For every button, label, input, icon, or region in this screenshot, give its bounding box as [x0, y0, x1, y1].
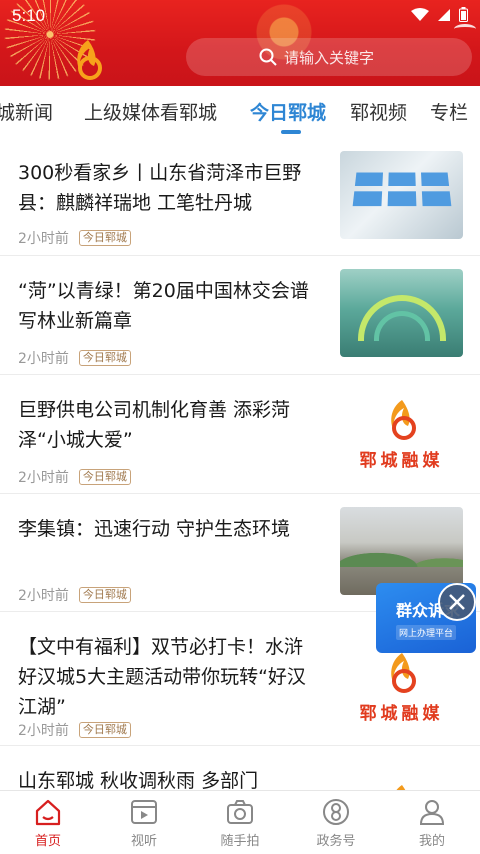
nav-label: 我的 — [418, 834, 445, 849]
close-ad-button[interactable] — [438, 583, 476, 621]
channel-tabs: 城新闻 上级媒体看郓城 今日郓城 郓视频 专栏 — [0, 86, 480, 138]
nav-snapshot[interactable]: 随手拍 — [192, 791, 288, 854]
news-title: “菏”以青绿！第20届中国林交会谱写林业新篇章 — [18, 280, 309, 332]
news-title: 巨野供电公司机制化育善 添彩菏泽“小城大爱” — [18, 399, 291, 451]
logo-text: 郓城融媒 — [359, 450, 444, 471]
tab-yun-video[interactable]: 郓视频 — [350, 98, 407, 125]
news-thumbnail — [340, 269, 463, 357]
status-time: 5:10 — [12, 6, 46, 25]
header-banner: 5:10 请输入关键字 — [0, 0, 480, 86]
news-tag: 今日郓城 — [78, 587, 131, 603]
search-bar[interactable]: 请输入关键字 — [186, 38, 472, 76]
yuncheng-logo-icon — [390, 652, 416, 693]
news-title: 李集镇：迅速行动 守护生态环境 — [18, 518, 291, 540]
news-tag: 今日郓城 — [78, 230, 131, 246]
profile-icon — [419, 800, 445, 825]
nav-label: 政务号 — [316, 834, 356, 849]
battery-icon — [459, 7, 468, 26]
news-meta: 2小时前 今日郓城 — [18, 585, 131, 605]
news-thumbnail — [340, 507, 463, 595]
tab-column[interactable]: 专栏 — [430, 98, 468, 125]
government-icon — [323, 799, 349, 825]
news-thumbnail: 郓城融媒 — [340, 389, 463, 477]
ad-subtitle: 网上办理平台 — [396, 625, 457, 640]
news-tag: 今日郓城 — [78, 469, 131, 485]
news-meta: 2小时前 今日郓城 — [18, 467, 131, 487]
app-logo[interactable] — [68, 36, 108, 82]
nav-profile[interactable]: 我的 — [384, 791, 480, 854]
signal-icon — [437, 7, 451, 26]
news-time: 2小时前 — [18, 588, 69, 604]
news-item[interactable]: 巨野供电公司机制化育善 添彩菏泽“小城大爱” 2小时前 今日郓城 郓城融媒 — [0, 375, 480, 494]
news-feed: 300秒看家乡丨山东省菏泽市巨野县：麒麟祥瑞地 工笔牡丹城 2小时前 今日郓城 … — [0, 138, 480, 790]
tab-today-yuncheng[interactable]: 今日郓城 — [250, 98, 326, 125]
news-tag: 今日郓城 — [78, 350, 131, 366]
home-icon — [35, 799, 61, 826]
news-title: 山东郓城 秋收调秋雨 多部门 — [18, 770, 259, 790]
news-tag: 今日郓城 — [78, 722, 131, 738]
bottom-navigation: 首页 视听 随手拍 政务号 我的 — [0, 790, 480, 854]
news-meta: 2小时前 今日郓城 — [18, 228, 131, 248]
news-item[interactable]: 山东郓城 秋收调秋雨 多部门 — [0, 746, 480, 790]
yuncheng-logo-icon — [396, 785, 405, 790]
floating-ad[interactable]: 群众诉求 网上办理平台 — [376, 583, 476, 653]
tab-yuncheng-news[interactable]: 城新闻 — [0, 98, 53, 125]
nav-video[interactable]: 视听 — [96, 791, 192, 854]
video-icon — [131, 800, 157, 824]
nav-government[interactable]: 政务号 — [288, 791, 384, 854]
nav-label: 随手拍 — [220, 834, 260, 849]
search-placeholder: 请输入关键字 — [284, 48, 375, 67]
news-time: 2小时前 — [18, 231, 69, 247]
status-icons — [411, 7, 468, 26]
yuncheng-logo-icon — [390, 399, 416, 440]
news-thumbnail — [340, 760, 463, 790]
search-icon — [258, 47, 278, 67]
news-thumbnail — [340, 151, 463, 239]
news-title: 300秒看家乡丨山东省菏泽市巨野县：麒麟祥瑞地 工笔牡丹城 — [18, 162, 302, 214]
nav-label: 视听 — [130, 834, 157, 849]
news-item[interactable]: “菏”以青绿！第20届中国林交会谱写林业新篇章 2小时前 今日郓城 — [0, 256, 480, 375]
logo-text: 郓城融媒 — [359, 703, 444, 724]
news-item[interactable]: 300秒看家乡丨山东省菏泽市巨野县：麒麟祥瑞地 工笔牡丹城 2小时前 今日郓城 — [0, 138, 480, 256]
status-bar: 5:10 — [0, 0, 480, 30]
camera-icon — [227, 800, 253, 824]
nav-home[interactable]: 首页 — [0, 791, 96, 854]
news-time: 2小时前 — [18, 470, 69, 486]
tab-higher-media[interactable]: 上级媒体看郓城 — [84, 98, 217, 125]
news-meta: 2小时前 今日郓城 — [18, 720, 131, 740]
news-time: 2小时前 — [18, 351, 69, 367]
news-time: 2小时前 — [18, 723, 69, 739]
news-title: 【文中有福利】双节必打卡！水浒好汉城5大主题活动带你玩转“好汉江湖” — [18, 636, 306, 718]
news-thumbnail: 郓城融媒 — [340, 642, 463, 730]
wifi-icon — [411, 7, 429, 26]
news-meta: 2小时前 今日郓城 — [18, 348, 131, 368]
active-tab-indicator — [281, 130, 301, 134]
close-icon — [449, 594, 465, 610]
nav-label: 首页 — [34, 834, 61, 849]
